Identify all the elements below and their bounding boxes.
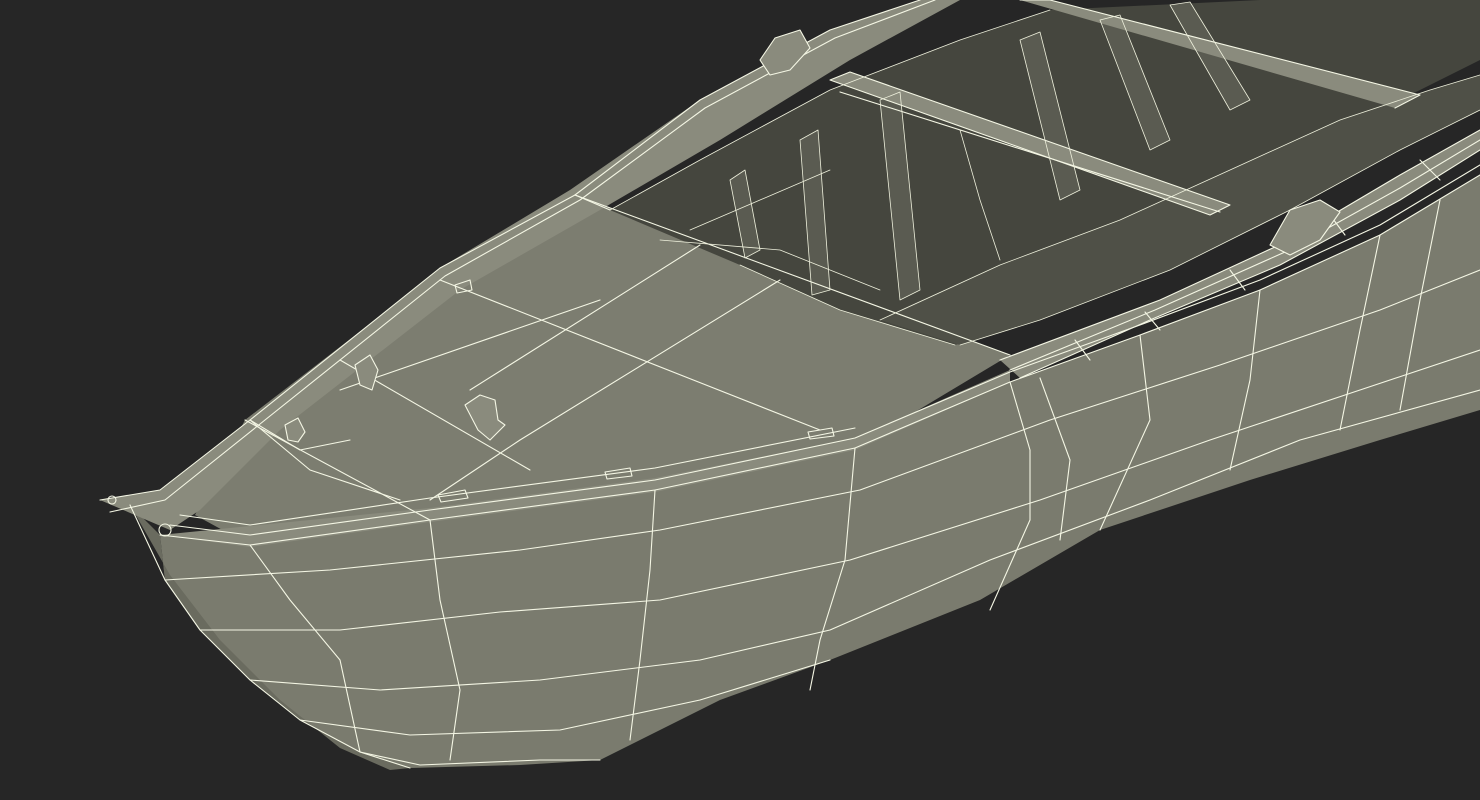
boat-model-render xyxy=(99,0,1480,770)
render-viewport xyxy=(0,0,1480,800)
